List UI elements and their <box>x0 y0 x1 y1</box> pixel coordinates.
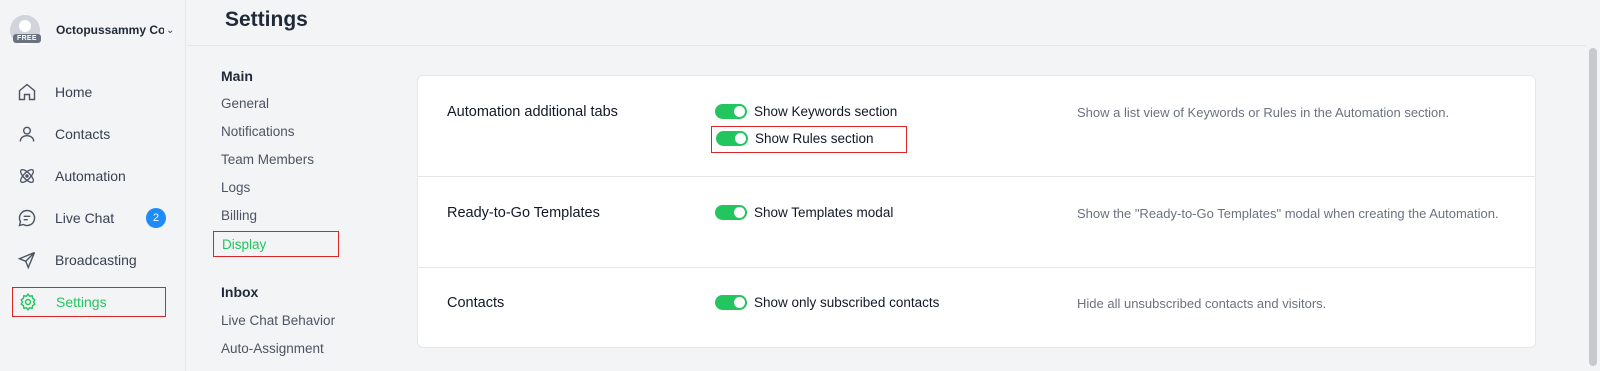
nav-item-settings[interactable]: Settings <box>12 287 166 317</box>
atom-icon <box>16 165 38 187</box>
nav-label: Home <box>55 84 93 100</box>
setting-description: Show the "Ready-to-Go Templates" modal w… <box>1077 206 1499 221</box>
settings-item-auto-assignment[interactable]: Auto-Assignment <box>221 341 324 356</box>
chat-icon <box>16 207 38 229</box>
page-header: Settings <box>187 0 1600 46</box>
scroll-thumb[interactable] <box>1589 48 1597 366</box>
main-content: Settings Main General Notifications Team… <box>187 0 1600 371</box>
nav-label: Live Chat <box>55 210 115 226</box>
sidebar: Octopussammy Cor ⌄ FREE Home Contacts Au… <box>0 0 186 371</box>
page-title: Settings <box>225 8 308 31</box>
settings-item-display[interactable]: Display <box>213 231 339 257</box>
nav-label: Broadcasting <box>55 252 137 268</box>
settings-item-billing[interactable]: Billing <box>221 208 257 223</box>
toggle-subscribed-contacts[interactable]: Show only subscribed contacts <box>715 295 939 310</box>
settings-item-logs[interactable]: Logs <box>221 180 250 195</box>
setting-title: Ready-to-Go Templates <box>447 205 600 221</box>
nav-label: Contacts <box>55 126 111 142</box>
setting-row-templates: Ready-to-Go Templates Show Templates mod… <box>418 177 1535 268</box>
settings-item-live-chat-behavior[interactable]: Live Chat Behavior <box>221 313 335 328</box>
settings-item-notifications[interactable]: Notifications <box>221 124 295 139</box>
setting-description: Hide all unsubscribed contacts and visit… <box>1077 296 1327 311</box>
chevron-down-icon: ⌄ <box>166 24 175 36</box>
settings-group-inbox: Inbox <box>221 284 259 300</box>
toggle-label: Show only subscribed contacts <box>754 295 940 310</box>
setting-description: Show a list view of Keywords or Rules in… <box>1077 105 1450 120</box>
nav-label: Settings <box>56 294 107 310</box>
setting-title: Contacts <box>447 295 505 311</box>
settings-item-general[interactable]: General <box>221 96 269 111</box>
nav-item-live-chat[interactable]: Live Chat 2 <box>12 203 166 233</box>
toggle-keywords[interactable]: Show Keywords section <box>715 104 897 119</box>
user-icon <box>16 123 38 145</box>
home-icon <box>16 81 38 103</box>
toggle-switch[interactable] <box>716 131 748 146</box>
account-name: Octopussammy Cor <box>56 23 164 37</box>
unread-badge: 2 <box>146 208 166 228</box>
nav-item-home[interactable]: Home <box>12 77 166 107</box>
nav-item-automation[interactable]: Automation <box>12 161 166 191</box>
toggle-label: Show Rules section <box>755 131 874 146</box>
nav-item-broadcasting[interactable]: Broadcasting <box>12 245 166 275</box>
nav-item-contacts[interactable]: Contacts <box>12 119 166 149</box>
toggle-switch[interactable] <box>715 104 747 119</box>
setting-row-contacts: Contacts Show only subscribed contacts H… <box>418 268 1535 349</box>
settings-group-main: Main <box>221 68 253 84</box>
settings-item-team-members[interactable]: Team Members <box>221 152 314 167</box>
setting-row-automation-tabs: Automation additional tabs Show Keywords… <box>418 76 1535 177</box>
toggle-rules[interactable]: Show Rules section <box>711 126 907 153</box>
display-settings-card: Automation additional tabs Show Keywords… <box>417 75 1536 348</box>
toggle-templates-modal[interactable]: Show Templates modal <box>715 205 893 220</box>
nav-label: Automation <box>55 168 126 184</box>
toggle-label: Show Templates modal <box>754 205 894 220</box>
toggle-label: Show Keywords section <box>754 104 898 119</box>
plan-badge: FREE <box>13 34 41 43</box>
scrollbar[interactable] <box>1586 0 1600 371</box>
gear-icon <box>17 291 39 313</box>
toggle-switch[interactable] <box>715 205 747 220</box>
toggle-switch[interactable] <box>715 295 747 310</box>
setting-title: Automation additional tabs <box>447 104 618 120</box>
send-icon <box>16 249 38 271</box>
